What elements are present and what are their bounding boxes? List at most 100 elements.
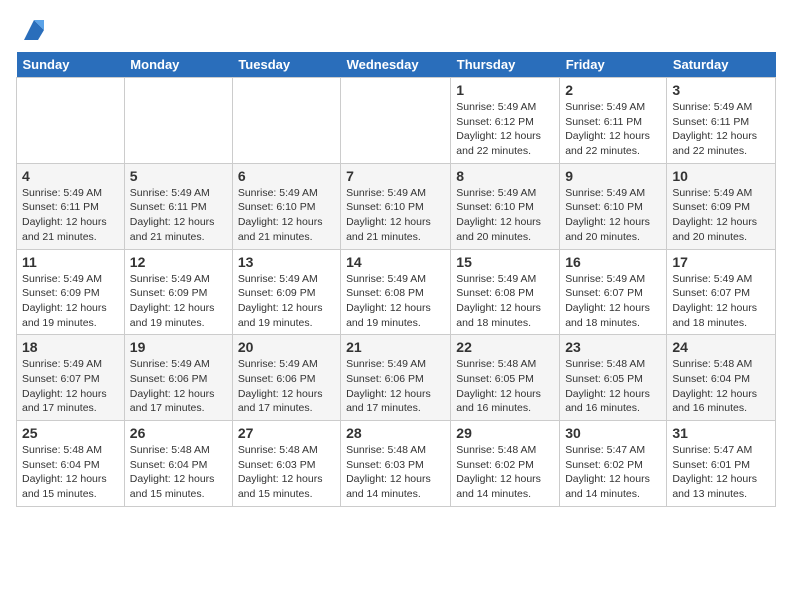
week-row-4: 18 Sunrise: 5:49 AMSunset: 6:07 PMDayligh… — [17, 335, 776, 421]
col-header-saturday: Saturday — [667, 52, 776, 78]
day-number: 1 — [456, 82, 554, 98]
col-header-monday: Monday — [124, 52, 232, 78]
day-number: 24 — [672, 339, 770, 355]
day-info: Sunrise: 5:48 AMSunset: 6:05 PMDaylight:… — [565, 357, 661, 416]
day-cell: 2 Sunrise: 5:49 AMSunset: 6:11 PMDaylight… — [560, 78, 667, 164]
week-row-1: 1 Sunrise: 5:49 AMSunset: 6:12 PMDaylight… — [17, 78, 776, 164]
day-number: 21 — [346, 339, 445, 355]
day-cell: 21 Sunrise: 5:49 AMSunset: 6:06 PMDayligh… — [341, 335, 451, 421]
day-cell: 31Sunrise: 5:47 AMSunset: 6:01 PMDayligh… — [667, 421, 776, 507]
day-cell: 27 Sunrise: 5:48 AMSunset: 6:03 PMDayligh… — [232, 421, 340, 507]
day-info: Sunrise: 5:49 AMSunset: 6:12 PMDaylight:… — [456, 100, 554, 159]
day-cell: 14 Sunrise: 5:49 AMSunset: 6:08 PMDayligh… — [341, 249, 451, 335]
day-info: Sunrise: 5:49 AMSunset: 6:11 PMDaylight:… — [22, 186, 119, 245]
day-info: Sunrise: 5:48 AMSunset: 6:04 PMDaylight:… — [22, 443, 119, 502]
day-info: Sunrise: 5:49 AMSunset: 6:07 PMDaylight:… — [565, 272, 661, 331]
day-number: 28 — [346, 425, 445, 441]
col-header-sunday: Sunday — [17, 52, 125, 78]
day-info: Sunrise: 5:49 AMSunset: 6:10 PMDaylight:… — [565, 186, 661, 245]
day-cell: 9 Sunrise: 5:49 AMSunset: 6:10 PMDaylight… — [560, 163, 667, 249]
header-row: SundayMondayTuesdayWednesdayThursdayFrid… — [17, 52, 776, 78]
day-info: Sunrise: 5:49 AMSunset: 6:10 PMDaylight:… — [346, 186, 445, 245]
day-info: Sunrise: 5:49 AMSunset: 6:09 PMDaylight:… — [672, 186, 770, 245]
col-header-tuesday: Tuesday — [232, 52, 340, 78]
day-number: 10 — [672, 168, 770, 184]
logo — [16, 16, 48, 44]
week-row-3: 11 Sunrise: 5:49 AMSunset: 6:09 PMDayligh… — [17, 249, 776, 335]
day-number: 30 — [565, 425, 661, 441]
day-number: 17 — [672, 254, 770, 270]
day-number: 4 — [22, 168, 119, 184]
day-number: 26 — [130, 425, 227, 441]
day-number: 23 — [565, 339, 661, 355]
day-cell: 10 Sunrise: 5:49 AMSunset: 6:09 PMDayligh… — [667, 163, 776, 249]
day-cell: 11Sunrise: 5:49 AMSunset: 6:09 PMDayligh… — [17, 249, 125, 335]
week-row-2: 4 Sunrise: 5:49 AMSunset: 6:11 PMDaylight… — [17, 163, 776, 249]
day-info: Sunrise: 5:48 AMSunset: 6:05 PMDaylight:… — [456, 357, 554, 416]
day-cell: 28 Sunrise: 5:48 AMSunset: 6:03 PMDayligh… — [341, 421, 451, 507]
day-number: 18 — [22, 339, 119, 355]
day-cell: 5 Sunrise: 5:49 AMSunset: 6:11 PMDaylight… — [124, 163, 232, 249]
calendar: SundayMondayTuesdayWednesdayThursdayFrid… — [16, 52, 776, 507]
day-info: Sunrise: 5:48 AMSunset: 6:02 PMDaylight:… — [456, 443, 554, 502]
day-number: 7 — [346, 168, 445, 184]
day-number: 12 — [130, 254, 227, 270]
day-number: 13 — [238, 254, 335, 270]
day-number: 5 — [130, 168, 227, 184]
day-number: 14 — [346, 254, 445, 270]
day-number: 11 — [22, 254, 119, 270]
day-info: Sunrise: 5:49 AMSunset: 6:11 PMDaylight:… — [672, 100, 770, 159]
day-info: Sunrise: 5:48 AMSunset: 6:03 PMDaylight:… — [238, 443, 335, 502]
day-info: Sunrise: 5:49 AMSunset: 6:06 PMDaylight:… — [130, 357, 227, 416]
day-info: Sunrise: 5:49 AMSunset: 6:10 PMDaylight:… — [456, 186, 554, 245]
day-info: Sunrise: 5:49 AMSunset: 6:11 PMDaylight:… — [130, 186, 227, 245]
day-number: 2 — [565, 82, 661, 98]
day-cell: 7 Sunrise: 5:49 AMSunset: 6:10 PMDaylight… — [341, 163, 451, 249]
day-info: Sunrise: 5:49 AMSunset: 6:08 PMDaylight:… — [346, 272, 445, 331]
day-number: 22 — [456, 339, 554, 355]
day-info: Sunrise: 5:49 AMSunset: 6:09 PMDaylight:… — [130, 272, 227, 331]
day-info: Sunrise: 5:49 AMSunset: 6:09 PMDaylight:… — [238, 272, 335, 331]
day-info: Sunrise: 5:49 AMSunset: 6:10 PMDaylight:… — [238, 186, 335, 245]
day-info: Sunrise: 5:49 AMSunset: 6:08 PMDaylight:… — [456, 272, 554, 331]
day-info: Sunrise: 5:49 AMSunset: 6:07 PMDaylight:… — [22, 357, 119, 416]
day-info: Sunrise: 5:49 AMSunset: 6:06 PMDaylight:… — [346, 357, 445, 416]
day-info: Sunrise: 5:48 AMSunset: 6:03 PMDaylight:… — [346, 443, 445, 502]
day-number: 25 — [22, 425, 119, 441]
day-number: 29 — [456, 425, 554, 441]
day-info: Sunrise: 5:49 AMSunset: 6:06 PMDaylight:… — [238, 357, 335, 416]
day-info: Sunrise: 5:47 AMSunset: 6:01 PMDaylight:… — [672, 443, 770, 502]
day-number: 16 — [565, 254, 661, 270]
day-cell: 4 Sunrise: 5:49 AMSunset: 6:11 PMDaylight… — [17, 163, 125, 249]
day-number: 27 — [238, 425, 335, 441]
day-number: 9 — [565, 168, 661, 184]
day-cell — [17, 78, 125, 164]
day-cell: 26 Sunrise: 5:48 AMSunset: 6:04 PMDayligh… — [124, 421, 232, 507]
day-cell: 8 Sunrise: 5:49 AMSunset: 6:10 PMDaylight… — [451, 163, 560, 249]
day-number: 3 — [672, 82, 770, 98]
day-info: Sunrise: 5:48 AMSunset: 6:04 PMDaylight:… — [672, 357, 770, 416]
day-number: 6 — [238, 168, 335, 184]
day-cell — [124, 78, 232, 164]
logo-icon — [20, 16, 48, 44]
day-cell: 19Sunrise: 5:49 AMSunset: 6:06 PMDayligh… — [124, 335, 232, 421]
day-number: 20 — [238, 339, 335, 355]
day-cell: 16 Sunrise: 5:49 AMSunset: 6:07 PMDayligh… — [560, 249, 667, 335]
day-cell: 6 Sunrise: 5:49 AMSunset: 6:10 PMDaylight… — [232, 163, 340, 249]
col-header-wednesday: Wednesday — [341, 52, 451, 78]
day-cell — [341, 78, 451, 164]
day-cell — [232, 78, 340, 164]
day-info: Sunrise: 5:47 AMSunset: 6:02 PMDaylight:… — [565, 443, 661, 502]
day-cell: 29 Sunrise: 5:48 AMSunset: 6:02 PMDayligh… — [451, 421, 560, 507]
day-cell: 12 Sunrise: 5:49 AMSunset: 6:09 PMDayligh… — [124, 249, 232, 335]
day-info: Sunrise: 5:49 AMSunset: 6:11 PMDaylight:… — [565, 100, 661, 159]
day-info: Sunrise: 5:48 AMSunset: 6:04 PMDaylight:… — [130, 443, 227, 502]
day-number: 8 — [456, 168, 554, 184]
day-number: 15 — [456, 254, 554, 270]
col-header-thursday: Thursday — [451, 52, 560, 78]
day-cell: 20 Sunrise: 5:49 AMSunset: 6:06 PMDayligh… — [232, 335, 340, 421]
col-header-friday: Friday — [560, 52, 667, 78]
day-cell: 22 Sunrise: 5:48 AMSunset: 6:05 PMDayligh… — [451, 335, 560, 421]
day-cell: 3 Sunrise: 5:49 AMSunset: 6:11 PMDaylight… — [667, 78, 776, 164]
day-cell: 25 Sunrise: 5:48 AMSunset: 6:04 PMDayligh… — [17, 421, 125, 507]
